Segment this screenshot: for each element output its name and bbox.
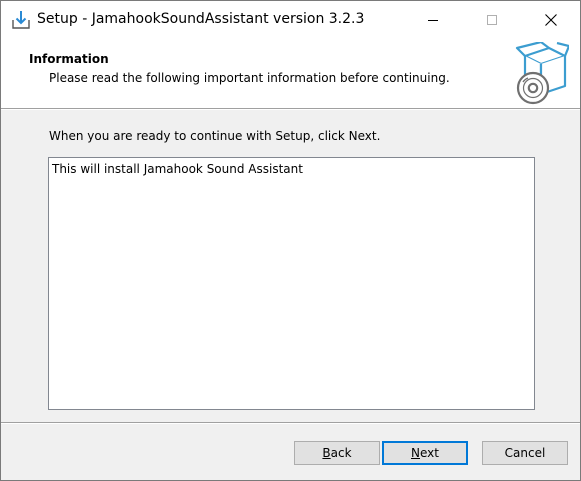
minimize-button[interactable] [410,1,456,38]
title-bar[interactable]: Setup - JamahookSoundAssistant version 3… [1,1,580,38]
information-memo[interactable]: This will install Jamahook Sound Assista… [48,157,535,410]
cancel-label: Cancel [504,446,546,460]
next-label: ext [420,446,439,460]
page-title: Information [29,52,109,66]
next-mnemonic: N [411,446,420,460]
close-icon [545,13,557,26]
header-divider-highlight [1,109,580,110]
maximize-button[interactable] [469,1,515,38]
footer-divider-highlight [1,423,580,424]
information-text: This will install Jamahook Sound Assista… [52,162,303,176]
back-button[interactable]: Back [294,441,380,465]
instruction-text: When you are ready to continue with Setu… [49,129,381,143]
next-button[interactable]: Next [382,441,468,465]
window-title: Setup - JamahookSoundAssistant version 3… [37,11,365,27]
page-subtitle: Please read the following important info… [49,71,450,85]
installer-download-icon [10,9,32,31]
cancel-button[interactable]: Cancel [482,441,568,465]
maximize-icon [487,14,497,25]
close-button[interactable] [528,1,574,38]
back-label: ack [330,446,352,460]
back-mnemonic: B [322,446,331,460]
box-with-cd-icon [513,40,571,106]
minimize-icon [428,15,438,25]
setup-window: Setup - JamahookSoundAssistant version 3… [0,0,581,481]
wizard-header: Information Please read the following im… [1,38,580,108]
